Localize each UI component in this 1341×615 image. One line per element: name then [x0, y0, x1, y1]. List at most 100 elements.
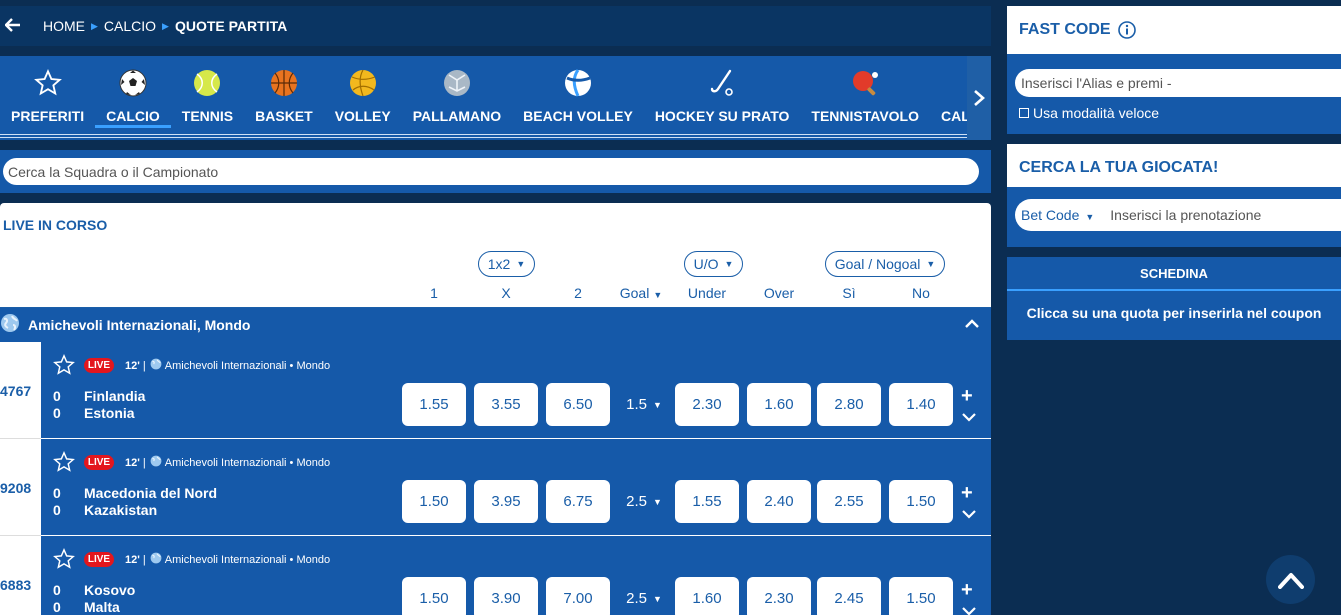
team-away: Estonia [84, 405, 135, 421]
sport-tab-preferiti[interactable]: PREFERITI [0, 56, 95, 132]
fast-mode-checkbox[interactable]: Usa modalità veloce [1019, 105, 1159, 121]
bet-code-select[interactable]: Bet Code ▼ [1021, 207, 1094, 223]
odd-button-si[interactable]: 2.55 [817, 480, 881, 523]
sport-tab-basket[interactable]: BASKET [244, 56, 324, 132]
sports-nav-scrollbar[interactable] [0, 134, 967, 138]
sport-tab-volley[interactable]: VOLLEY [324, 56, 402, 132]
sport-tab-label: PREFERITI [11, 108, 85, 124]
odd-button-under[interactable]: 1.60 [675, 577, 739, 615]
chevron-right-icon[interactable] [967, 56, 991, 140]
col-header-goal[interactable]: Goal ▼ [609, 285, 673, 301]
odd-button-2[interactable]: 6.50 [546, 383, 610, 426]
handball-icon [443, 69, 471, 97]
sport-tab-pallamano[interactable]: PALLAMANO [402, 56, 512, 132]
col-header-over: Over [763, 285, 795, 301]
odd-button-x[interactable]: 3.95 [474, 480, 538, 523]
sport-tab-beach-volley[interactable]: BEACH VOLLEY [512, 56, 644, 132]
odd-button-over[interactable]: 2.40 [747, 480, 811, 523]
event-id[interactable]: 9208 [0, 439, 41, 536]
arrow-left-icon[interactable] [0, 16, 26, 37]
event-region: Mondo [296, 359, 331, 372]
odd-button-no[interactable]: 1.50 [889, 480, 953, 523]
chevron-up-icon [1277, 571, 1304, 589]
goal-line-select[interactable]: 2.5 ▼ [619, 480, 669, 523]
hockey-stick-icon [708, 69, 736, 97]
star-icon[interactable] [53, 451, 75, 478]
breadcrumb-separator-icon: ▶ [162, 20, 169, 31]
event-teams[interactable]: Kosovo Malta [84, 582, 135, 615]
event-id[interactable]: 6883 [0, 536, 41, 615]
chevron-up-icon[interactable] [965, 316, 979, 334]
odd-button-1[interactable]: 1.55 [402, 383, 466, 426]
market-select-uo[interactable]: U/O ▼ [684, 251, 743, 277]
odd-button-1[interactable]: 1.50 [402, 480, 466, 523]
meta-separator: | [142, 359, 146, 372]
team-home: Kosovo [84, 582, 136, 598]
meta-dot: • [289, 359, 294, 372]
event-teams[interactable]: Macedonia del Nord Kazakistan [84, 485, 217, 519]
odd-button-over[interactable]: 1.60 [747, 383, 811, 426]
goal-line-value: 1.5 [626, 396, 647, 413]
league-header[interactable]: Amichevoli Internazionali, Mondo [0, 308, 991, 342]
live-badge: LIVE [84, 455, 114, 470]
sport-tab-calcio[interactable]: CALCIO [95, 56, 171, 132]
scroll-top-button[interactable] [1266, 555, 1315, 604]
event-region: Mondo [296, 456, 331, 469]
odd-button-si[interactable]: 2.45 [817, 577, 881, 615]
sport-tab-calendario[interactable]: CALENDARIO [930, 56, 967, 132]
caret-down-icon: ▼ [653, 290, 663, 300]
schedina-message: Clicca su una quota per inserirla nel co… [1026, 305, 1322, 321]
odd-button-over[interactable]: 2.30 [747, 577, 811, 615]
sport-tab-hockey[interactable]: HOCKEY SU PRATO [644, 56, 801, 132]
tennis-ball-icon [193, 69, 221, 97]
col-header-under: Under [687, 285, 727, 301]
odd-button-no[interactable]: 1.40 [889, 383, 953, 426]
fast-code-header: FAST CODE [1007, 6, 1341, 54]
breadcrumb-calcio[interactable]: CALCIO [104, 18, 156, 34]
market-select-label: Goal / Nogoal [834, 256, 921, 272]
star-icon[interactable] [53, 354, 75, 381]
live-panel: LIVE IN CORSO 1x2 ▼ U/O ▼ Goal / Nogoal ▼ 1… [0, 203, 991, 615]
plus-icon[interactable]: + [961, 483, 973, 503]
chevron-down-icon[interactable] [962, 506, 976, 524]
odd-button-x[interactable]: 3.55 [474, 383, 538, 426]
search-input[interactable] [3, 158, 979, 185]
globe-icon [150, 455, 162, 470]
odd-button-1[interactable]: 1.50 [402, 577, 466, 615]
event-teams[interactable]: Finlandia Estonia [84, 388, 145, 422]
sport-tab-label: BASKET [255, 108, 313, 124]
odd-button-under[interactable]: 2.30 [675, 383, 739, 426]
col-header-x: X [501, 285, 511, 301]
market-select-goal-nogoal[interactable]: Goal / Nogoal ▼ [825, 251, 945, 277]
odd-button-2[interactable]: 7.00 [546, 577, 610, 615]
ping-pong-icon [851, 69, 879, 97]
goal-line-select[interactable]: 1.5 ▼ [619, 383, 669, 426]
chevron-down-icon[interactable] [962, 409, 976, 427]
event-id[interactable]: 4767 [0, 342, 41, 439]
goal-line-select[interactable]: 2.5 ▼ [619, 577, 669, 615]
league-name: Amichevoli Internazionali, Mondo [28, 317, 251, 333]
sport-tab-label: CALENDARIO [941, 108, 967, 124]
plus-icon[interactable]: + [961, 580, 973, 600]
globe-icon [0, 313, 20, 338]
col-header-no: No [912, 285, 930, 301]
checkbox-icon[interactable] [1019, 108, 1029, 118]
odd-button-x[interactable]: 3.90 [474, 577, 538, 615]
sport-tab-tennistavolo[interactable]: TENNISTAVOLO [800, 56, 930, 132]
odd-button-under[interactable]: 1.55 [675, 480, 739, 523]
plus-icon[interactable]: + [961, 386, 973, 406]
market-select-1x2[interactable]: 1x2 ▼ [478, 251, 535, 277]
star-icon[interactable] [53, 548, 75, 575]
globe-icon [150, 552, 162, 567]
fast-code-input[interactable] [1015, 69, 1341, 97]
breadcrumb-home[interactable]: HOME [43, 18, 85, 34]
score-away: 0 [53, 502, 61, 518]
chevron-down-icon[interactable] [962, 603, 976, 615]
event-scores: 00 [53, 485, 61, 519]
sport-tab-tennis[interactable]: TENNIS [171, 56, 244, 132]
odd-button-2[interactable]: 6.75 [546, 480, 610, 523]
odd-button-no[interactable]: 1.50 [889, 577, 953, 615]
info-icon[interactable] [1117, 21, 1136, 39]
booking-input[interactable] [1110, 202, 1311, 228]
odd-button-si[interactable]: 2.80 [817, 383, 881, 426]
